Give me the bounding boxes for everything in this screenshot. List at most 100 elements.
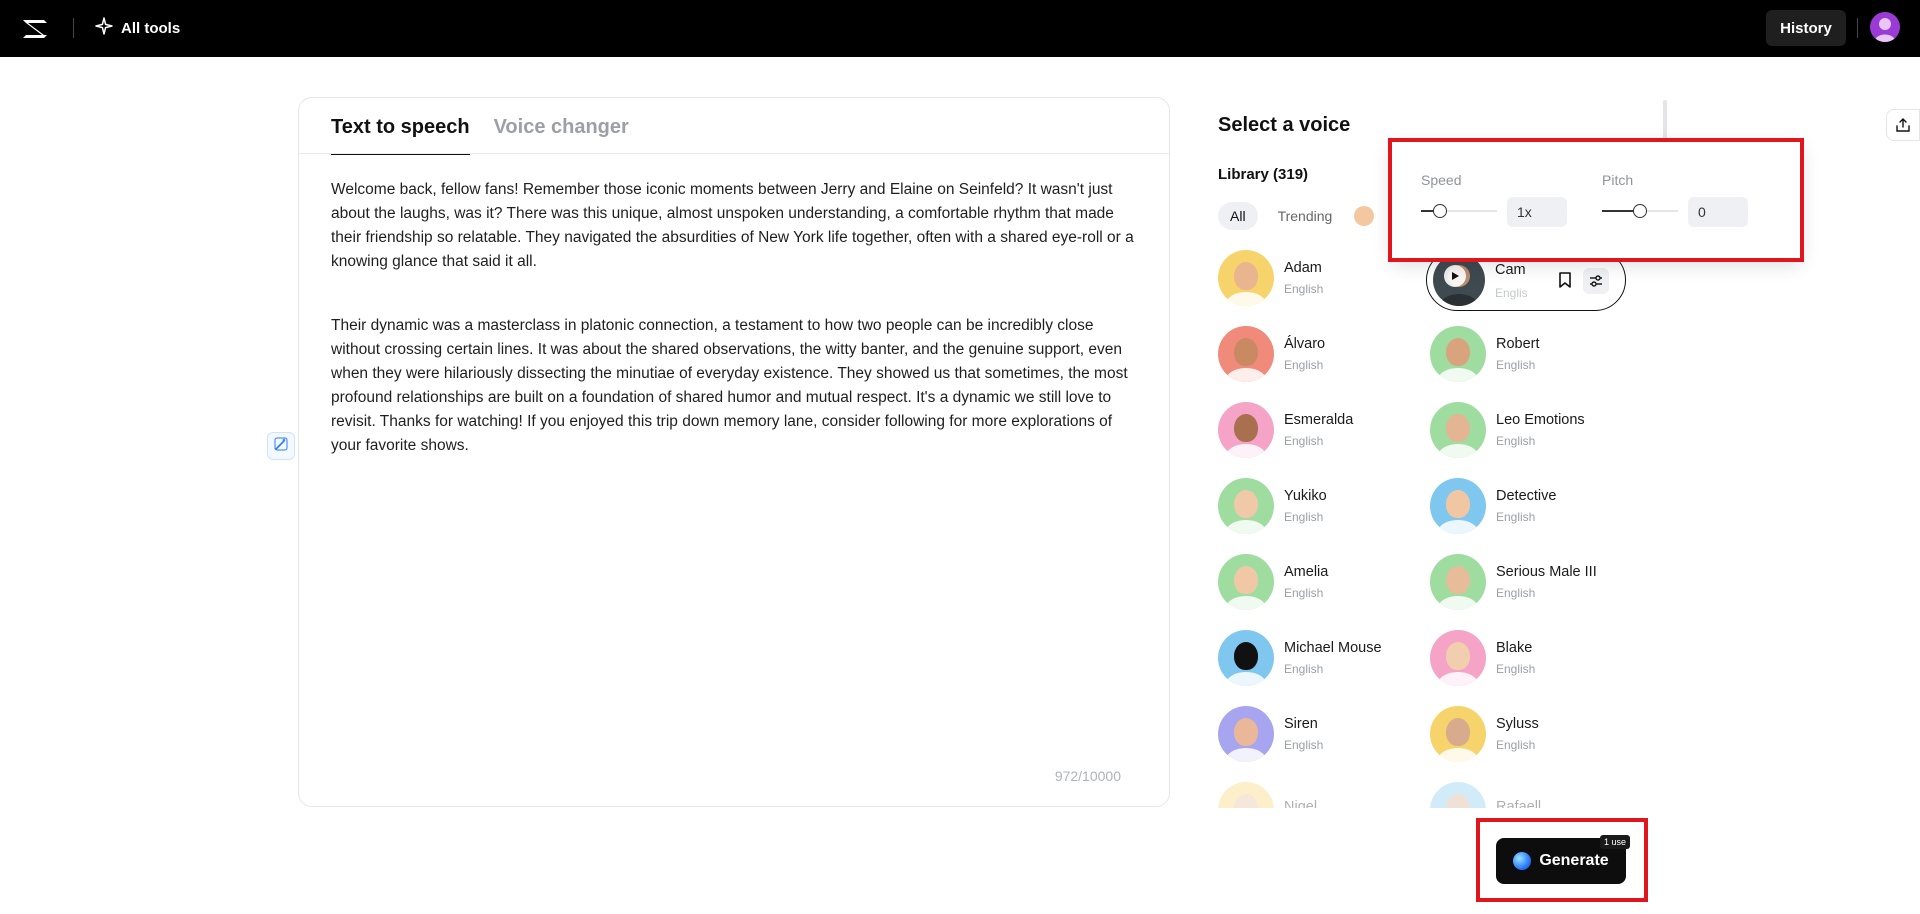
voice-avatar bbox=[1218, 402, 1274, 458]
all-tools-button[interactable]: All tools bbox=[95, 14, 180, 42]
voice-name: Amelia bbox=[1284, 564, 1329, 580]
voice-avatar-body bbox=[1226, 444, 1266, 458]
voice-avatar-body bbox=[1438, 444, 1478, 458]
voice-avatar-body bbox=[1438, 368, 1478, 382]
play-icon[interactable] bbox=[1444, 265, 1466, 287]
voice-meta: Michael Mouse English bbox=[1284, 640, 1382, 676]
voice-item[interactable]: Esmeralda English bbox=[1218, 400, 1418, 460]
voice-avatar bbox=[1218, 630, 1274, 686]
voice-meta: Robert English bbox=[1496, 336, 1540, 372]
speed-slider-handle[interactable] bbox=[1433, 204, 1447, 218]
voice-avatar-body bbox=[1226, 596, 1266, 610]
top-bar: All tools History bbox=[0, 0, 1920, 57]
script-textarea[interactable]: Welcome back, fellow fans! Remember thos… bbox=[331, 178, 1141, 498]
voice-item[interactable]: Nigel bbox=[1218, 780, 1418, 808]
voice-avatar bbox=[1218, 554, 1274, 610]
voice-avatar-body bbox=[1226, 748, 1266, 762]
voice-name: Yukiko bbox=[1284, 488, 1327, 504]
voice-avatar-face bbox=[1446, 642, 1470, 670]
voice-avatar bbox=[1218, 706, 1274, 762]
voice-list-scrollbar[interactable] bbox=[1663, 100, 1667, 140]
voice-item[interactable]: Leo Emotions English bbox=[1430, 400, 1618, 460]
voice-item[interactable]: Syluss English bbox=[1430, 704, 1618, 764]
speed-slider[interactable] bbox=[1421, 204, 1497, 218]
pitch-slider[interactable] bbox=[1602, 204, 1678, 218]
voice-language: English bbox=[1284, 586, 1324, 600]
voice-item[interactable]: Blake English bbox=[1430, 628, 1618, 688]
voice-language: English bbox=[1496, 738, 1536, 752]
tab-voice-changer[interactable]: Voice changer bbox=[494, 116, 629, 155]
voice-item[interactable]: Yukiko English bbox=[1218, 476, 1418, 536]
voice-meta: Esmeralda English bbox=[1284, 412, 1353, 448]
voice-name: Leo Emotions bbox=[1496, 412, 1585, 428]
selected-voice-language: Englis bbox=[1495, 286, 1528, 300]
voice-item[interactable]: Adam English bbox=[1218, 248, 1418, 308]
voice-avatar bbox=[1430, 326, 1486, 382]
voice-avatar bbox=[1430, 554, 1486, 610]
voice-item[interactable]: Detective English bbox=[1430, 476, 1618, 536]
voice-name: Detective bbox=[1496, 488, 1557, 504]
voice-avatar bbox=[1430, 630, 1486, 686]
share-upload-icon[interactable] bbox=[1886, 109, 1920, 141]
voice-avatar bbox=[1218, 478, 1274, 534]
voice-name: Michael Mouse bbox=[1284, 640, 1382, 656]
voice-item[interactable]: Robert English bbox=[1430, 324, 1618, 384]
pitch-value-input[interactable] bbox=[1688, 197, 1748, 227]
voice-filters: All Trending bbox=[1218, 202, 1375, 230]
magic-wand-icon bbox=[273, 436, 289, 457]
voice-meta: Serious Male III English bbox=[1496, 564, 1597, 600]
voice-name: Adam bbox=[1284, 260, 1322, 276]
voice-name: Siren bbox=[1284, 716, 1318, 732]
voice-item[interactable]: Siren English bbox=[1218, 704, 1418, 764]
voice-meta: Yukiko English bbox=[1284, 488, 1327, 524]
emoji-filter-icon[interactable] bbox=[1354, 206, 1375, 226]
voice-item[interactable]: Serious Male III English bbox=[1430, 552, 1618, 612]
voice-avatar-body bbox=[1438, 520, 1478, 534]
filter-all[interactable]: All bbox=[1218, 202, 1258, 230]
voice-language: English bbox=[1284, 434, 1324, 448]
voice-avatar bbox=[1430, 478, 1486, 534]
voice-language: English bbox=[1284, 738, 1324, 752]
voice-item[interactable]: Álvaro English bbox=[1218, 324, 1418, 384]
voice-adjust-popover: Speed Pitch bbox=[1390, 140, 1802, 262]
voice-avatar-face bbox=[1446, 718, 1470, 746]
tab-text-to-speech[interactable]: Text to speech bbox=[331, 116, 470, 155]
voice-avatar-face bbox=[1234, 262, 1258, 290]
voice-avatar-face bbox=[1446, 566, 1470, 594]
selected-voice-name: Cam bbox=[1495, 262, 1526, 278]
filter-trending[interactable]: Trending bbox=[1266, 202, 1345, 230]
editor-card: Text to speech Voice changer Welcome bac… bbox=[298, 97, 1170, 807]
voice-language: English bbox=[1284, 282, 1324, 296]
generate-orb-icon bbox=[1513, 852, 1532, 870]
voice-avatar-face bbox=[1446, 338, 1470, 366]
voice-avatar-body bbox=[1226, 520, 1266, 534]
voice-avatar-face bbox=[1234, 338, 1258, 366]
voice-avatar-body bbox=[1226, 368, 1266, 382]
speed-value-input[interactable] bbox=[1507, 197, 1567, 227]
history-button[interactable]: History bbox=[1766, 10, 1846, 46]
voice-item[interactable]: Amelia English bbox=[1218, 552, 1418, 612]
voice-meta: Blake English bbox=[1496, 640, 1535, 676]
user-avatar[interactable] bbox=[1870, 12, 1900, 42]
pitch-slider-handle[interactable] bbox=[1633, 204, 1647, 218]
voice-meta: Siren English bbox=[1284, 716, 1323, 752]
voice-language: English bbox=[1496, 586, 1536, 600]
voice-name: Robert bbox=[1496, 336, 1540, 352]
app-logo-icon[interactable] bbox=[20, 14, 50, 42]
voice-avatar-body bbox=[1226, 672, 1266, 686]
voice-name: Nigel bbox=[1284, 799, 1318, 808]
voice-avatar-face bbox=[1234, 642, 1258, 670]
character-count: 972/10000 bbox=[1054, 768, 1121, 784]
speed-label: Speed bbox=[1421, 172, 1462, 188]
voice-meta: Syluss English bbox=[1496, 716, 1539, 752]
voice-avatar-body bbox=[1226, 292, 1266, 306]
bookmark-icon[interactable] bbox=[1555, 270, 1575, 290]
voice-name: Álvaro bbox=[1284, 336, 1326, 352]
voice-item[interactable]: Rafaell bbox=[1430, 780, 1618, 808]
voice-item[interactable]: Michael Mouse English bbox=[1218, 628, 1418, 688]
voice-avatar-face bbox=[1446, 490, 1470, 518]
voice-settings-icon[interactable] bbox=[1583, 268, 1609, 294]
magic-edit-button[interactable] bbox=[267, 432, 295, 460]
voice-avatar bbox=[1218, 326, 1274, 382]
voice-avatar-face bbox=[1234, 490, 1258, 518]
